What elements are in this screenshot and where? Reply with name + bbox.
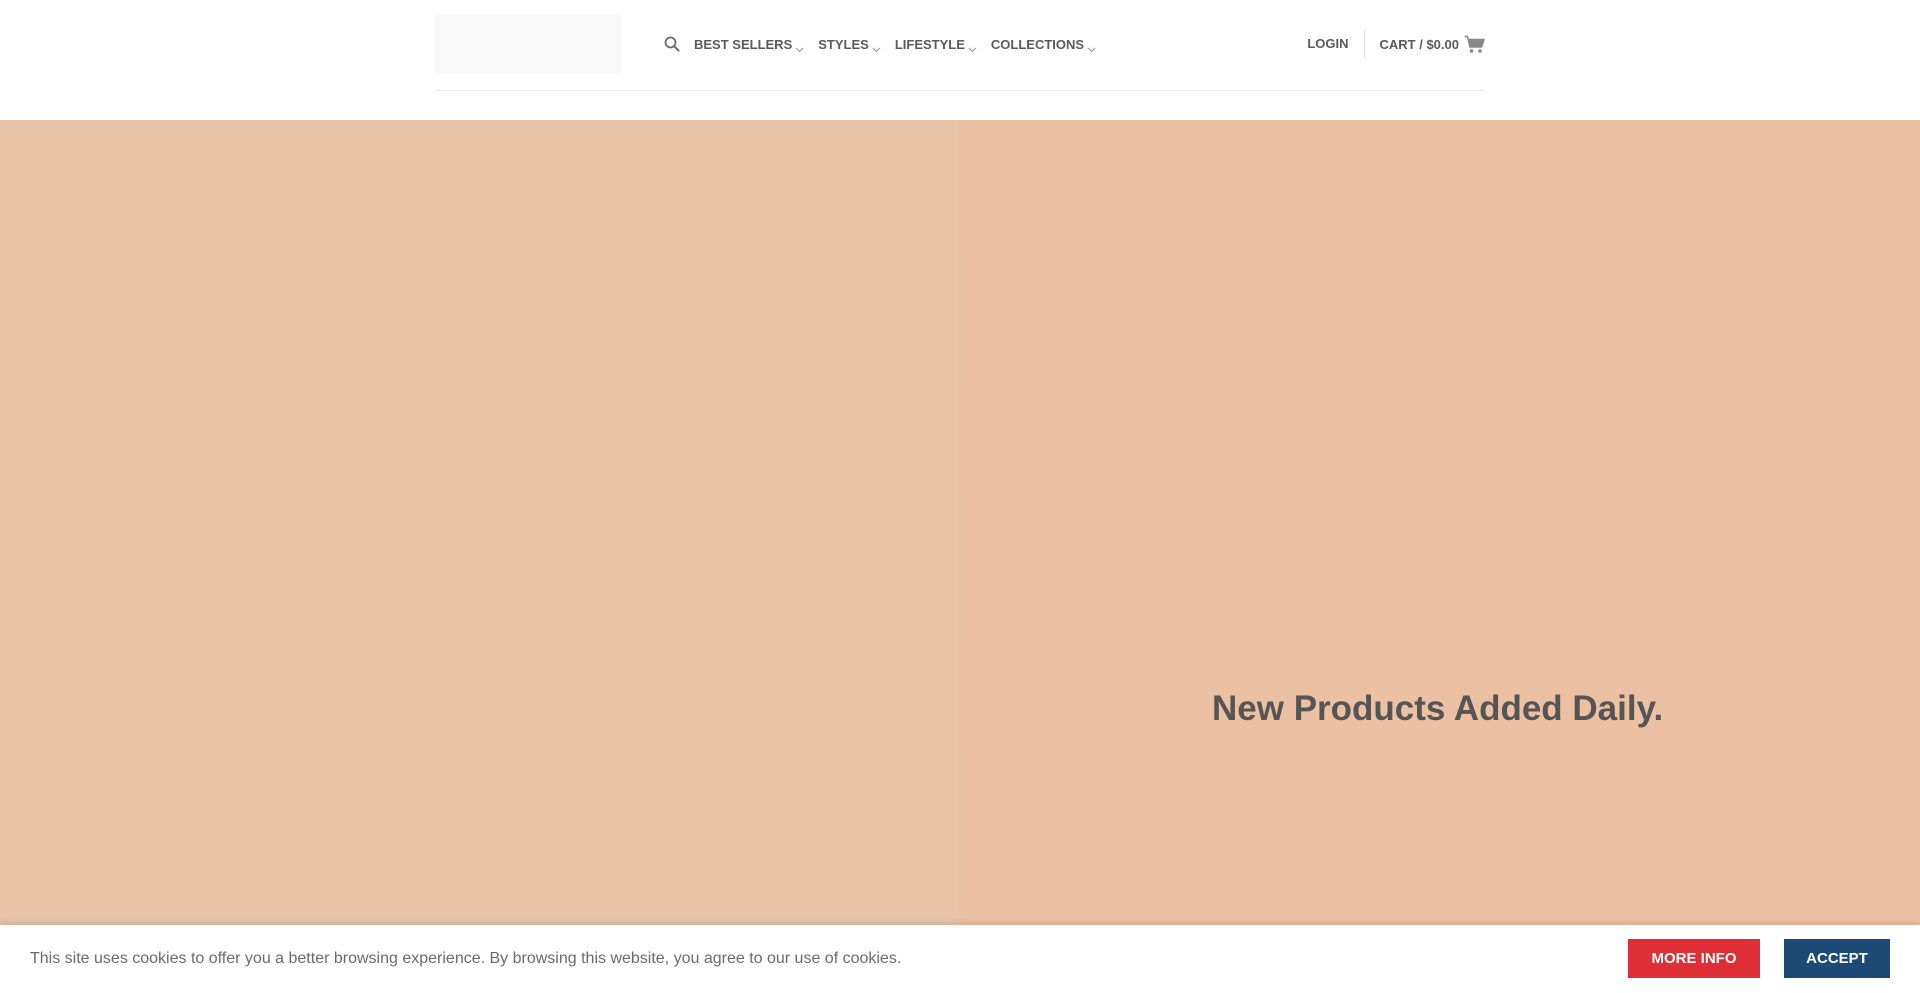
chevron-down-icon xyxy=(1087,41,1096,53)
chevron-down-icon xyxy=(968,41,977,53)
site-header: BEST SELLERS STYLES LIFESTYLE COLLECTION… xyxy=(0,0,1920,120)
nav-item-best-sellers[interactable]: BEST SELLERS xyxy=(694,36,804,53)
nav-item-styles[interactable]: STYLES xyxy=(818,36,881,53)
shopping-cart-icon xyxy=(1464,35,1485,54)
chevron-down-icon xyxy=(872,41,881,53)
nav-item-label: STYLES xyxy=(818,36,869,52)
nav-item-label: BEST SELLERS xyxy=(694,36,793,52)
accept-button[interactable]: ACCEPT xyxy=(1784,939,1890,978)
hero-banner: New Products Added Daily. xyxy=(0,120,1920,993)
hero-heading: New Products Added Daily. xyxy=(1212,689,1664,728)
cart-link[interactable]: CART / $0.00 xyxy=(1380,35,1485,54)
chevron-down-icon xyxy=(795,41,804,53)
account-nav: LOGIN CART / $0.00 xyxy=(1307,30,1485,58)
login-link[interactable]: LOGIN xyxy=(1307,30,1365,58)
nav-item-collections[interactable]: COLLECTIONS xyxy=(990,36,1096,53)
site-logo[interactable] xyxy=(435,15,622,73)
cookie-consent-bar: This site uses cookies to offer you a be… xyxy=(0,925,1920,993)
more-info-button[interactable]: MORE INFO xyxy=(1628,939,1760,978)
nav-item-label: LIFESTYLE xyxy=(894,36,965,52)
nav-item-lifestyle[interactable]: LIFESTYLE xyxy=(894,36,977,53)
cart-label: CART / $0.00 xyxy=(1379,36,1459,52)
main-nav: BEST SELLERS STYLES LIFESTYLE COLLECTION… xyxy=(664,32,1110,56)
nav-item-label: COLLECTIONS xyxy=(990,36,1085,52)
cookie-message: This site uses cookies to offer you a be… xyxy=(30,950,902,967)
header-inner: BEST SELLERS STYLES LIFESTYLE COLLECTION… xyxy=(435,0,1485,91)
search-icon[interactable] xyxy=(664,36,680,52)
